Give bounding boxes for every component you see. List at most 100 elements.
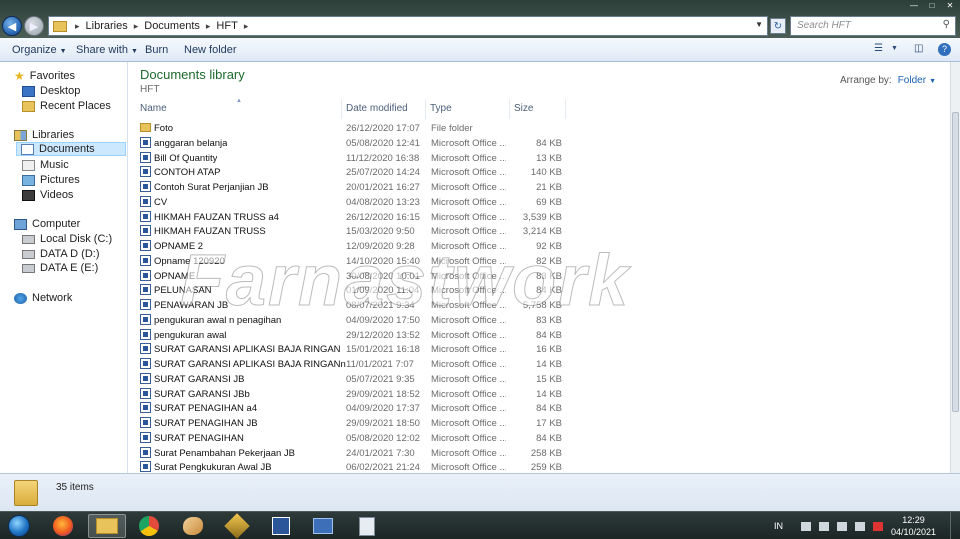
column-header-size[interactable]: Size	[510, 99, 566, 119]
taskbar-explorer[interactable]	[88, 514, 126, 538]
taskbar-app[interactable]	[222, 513, 252, 539]
search-input[interactable]: Search HFT ⚲	[790, 16, 956, 36]
nav-videos[interactable]: Videos	[22, 189, 73, 201]
taskbar-paint[interactable]	[178, 514, 208, 538]
maximize-button[interactable]: □	[926, 0, 938, 10]
file-name: OPNAME 2	[154, 241, 204, 252]
taskbar-calculator[interactable]	[352, 514, 382, 538]
share-with-button[interactable]: Share with ▼	[76, 44, 138, 56]
column-header-name[interactable]: Name	[136, 99, 342, 119]
file-type: Microsoft Office ...	[431, 137, 506, 149]
arrange-by[interactable]: Arrange by: Folder ▼	[840, 75, 936, 86]
column-header-type[interactable]: Type	[426, 99, 510, 119]
file-type: Microsoft Office ...	[431, 226, 506, 238]
view-options-icon[interactable]: ☰	[874, 43, 888, 55]
nav-libraries[interactable]: Libraries	[14, 129, 74, 141]
breadcrumb-documents[interactable]: Documents	[144, 20, 200, 32]
file-row[interactable]: CV 04/08/2020 13:23 Microsoft Office ... 69…	[136, 195, 566, 209]
file-row[interactable]: SURAT PENAGIHAN 05/08/2020 12:02 Microsoft…	[136, 431, 566, 445]
new-folder-button[interactable]: New folder	[184, 44, 237, 56]
taskbar-remote[interactable]	[308, 514, 338, 538]
file-row[interactable]: SURAT GARANSI APLIKASI BAJA RINGANn 11/01…	[136, 357, 566, 371]
nav-documents[interactable]: Documents	[16, 142, 126, 156]
flag-icon[interactable]	[818, 521, 829, 531]
file-name: HIKMAH FAUZAN TRUSS a4	[154, 211, 279, 223]
word-document-icon	[140, 151, 151, 163]
back-button[interactable]: ◀	[2, 16, 22, 36]
nav-data-e[interactable]: DATA E (E:)	[22, 262, 98, 274]
nav-label: Music	[40, 159, 69, 171]
file-row[interactable]: OPNAME 2 12/09/2020 9:28 Microsoft Office …	[136, 239, 566, 253]
burn-button[interactable]: Burn	[145, 44, 168, 56]
file-row[interactable]: Opname 120920 14/10/2020 15:40 Microsoft O…	[136, 254, 566, 268]
nav-data-d[interactable]: DATA D (D:)	[22, 248, 99, 260]
file-row[interactable]: pengukuran awal n penagihan 04/09/2020 17…	[136, 313, 566, 327]
file-row[interactable]: SURAT GARANSI JBb 29/09/2021 18:52 Microso…	[136, 387, 566, 401]
nav-music[interactable]: Music	[22, 159, 69, 171]
taskbar-firefox[interactable]	[48, 514, 78, 538]
security-alert-icon[interactable]	[872, 521, 883, 531]
refresh-button[interactable]: ↻	[770, 18, 786, 34]
file-row[interactable]: SURAT PENAGIHAN JB 29/09/2021 18:50 Micros…	[136, 416, 566, 430]
nav-computer[interactable]: Computer	[14, 218, 80, 230]
arrange-value[interactable]: Folder	[898, 75, 926, 86]
library-subtitle: HFT	[140, 84, 160, 95]
forward-button[interactable]: ▶	[24, 16, 44, 36]
file-type: Microsoft Office ...	[431, 241, 506, 252]
column-header-date[interactable]: Date modified	[342, 99, 426, 119]
file-row[interactable]: Contoh Surat Perjanjian JB 20/01/2021 16:…	[136, 180, 566, 194]
signal-icon[interactable]	[800, 521, 811, 531]
volume-icon[interactable]	[854, 521, 865, 531]
file-row[interactable]: anggaran belanja 05/08/2020 12:41 Microsof…	[136, 136, 566, 150]
file-row[interactable]: pengukuran awal 29/12/2020 13:52 Microsoft…	[136, 328, 566, 342]
file-row[interactable]: SURAT GARANSI JB 05/07/2021 9:35 Microsoft…	[136, 372, 566, 386]
vertical-scrollbar[interactable]	[950, 62, 960, 473]
taskbar-word[interactable]	[266, 514, 296, 538]
nav-pictures[interactable]: Pictures	[22, 174, 80, 186]
nav-local-disk[interactable]: Local Disk (C:)	[22, 233, 112, 245]
file-row[interactable]: HIKMAH FAUZAN TRUSS 15/03/2020 9:50 Micros…	[136, 224, 566, 238]
file-date: 11/12/2020 16:38	[346, 152, 420, 164]
nav-desktop[interactable]: Desktop	[22, 85, 80, 97]
organize-button[interactable]: Organize ▼	[12, 44, 67, 56]
file-row[interactable]: SURAT GARANSI APLIKASI BAJA RINGAN 15/01/…	[136, 342, 566, 356]
chevron-down-icon[interactable]: ▼	[755, 20, 763, 29]
clock[interactable]: 12:29 04/10/2021	[891, 514, 936, 538]
nav-recent-places[interactable]: Recent Places	[22, 100, 111, 112]
help-icon[interactable]: ?	[938, 43, 951, 56]
file-row[interactable]: Bill Of Quantity 11/12/2020 16:38 Microsof…	[136, 151, 566, 165]
word-document-icon	[140, 269, 151, 281]
scrollbar-thumb[interactable]	[952, 112, 959, 412]
close-button[interactable]: ✕	[944, 0, 956, 10]
file-row[interactable]: Foto 26/12/2020 17:07 File folder	[136, 121, 566, 135]
word-document-icon	[140, 343, 151, 355]
breadcrumb-hft[interactable]: HFT	[216, 20, 237, 32]
start-button[interactable]	[4, 514, 34, 538]
nav-favorites[interactable]: ★ Favorites	[14, 70, 75, 83]
breadcrumb-libraries[interactable]: Libraries	[86, 20, 128, 32]
nav-network[interactable]: Network	[14, 292, 72, 304]
network-icon[interactable]	[836, 521, 847, 531]
file-date: 29/09/2021 18:50	[346, 418, 420, 429]
chevron-right-icon: ▸	[75, 20, 80, 31]
file-row[interactable]: HIKMAH FAUZAN TRUSS a4 26/12/2020 16:15 Mi…	[136, 210, 566, 224]
file-row[interactable]: PELUNASAN 01/09/2020 11:04 Microsoft Offic…	[136, 283, 566, 297]
minimize-button[interactable]: —	[908, 0, 920, 10]
language-indicator[interactable]: IN	[774, 521, 783, 531]
file-type: Microsoft Office ...	[431, 418, 506, 429]
show-desktop-button[interactable]	[950, 512, 960, 539]
address-field[interactable]: ▸ Libraries ▸ Documents ▸ HFT ▸ ▼	[48, 16, 768, 36]
file-size: 83 KB	[536, 270, 562, 282]
file-size: 14 KB	[536, 359, 562, 370]
file-row[interactable]: SURAT PENAGIHAN a4 04/09/2020 17:37 Micros…	[136, 401, 566, 415]
file-row[interactable]: CONTOH ATAP 25/07/2020 14:24 Microsoft Off…	[136, 165, 566, 179]
preview-pane-icon[interactable]: ◫	[914, 43, 928, 55]
file-date: 04/09/2020 17:37	[346, 403, 420, 415]
file-type: Microsoft Office ...	[431, 373, 506, 385]
file-row[interactable]: OPNAME 30/08/2020 10:01 Microsoft Office .…	[136, 269, 566, 283]
taskbar-chrome[interactable]	[134, 514, 164, 538]
file-row[interactable]: PENAWARAN JB 08/07/2021 9:34 Microsoft Off…	[136, 298, 566, 312]
file-date: 26/12/2020 17:07	[346, 123, 420, 134]
chevron-down-icon[interactable]: ▼	[891, 45, 905, 57]
file-row[interactable]: Surat Penambahan Pekerjaan JB 24/01/2021 …	[136, 446, 566, 460]
